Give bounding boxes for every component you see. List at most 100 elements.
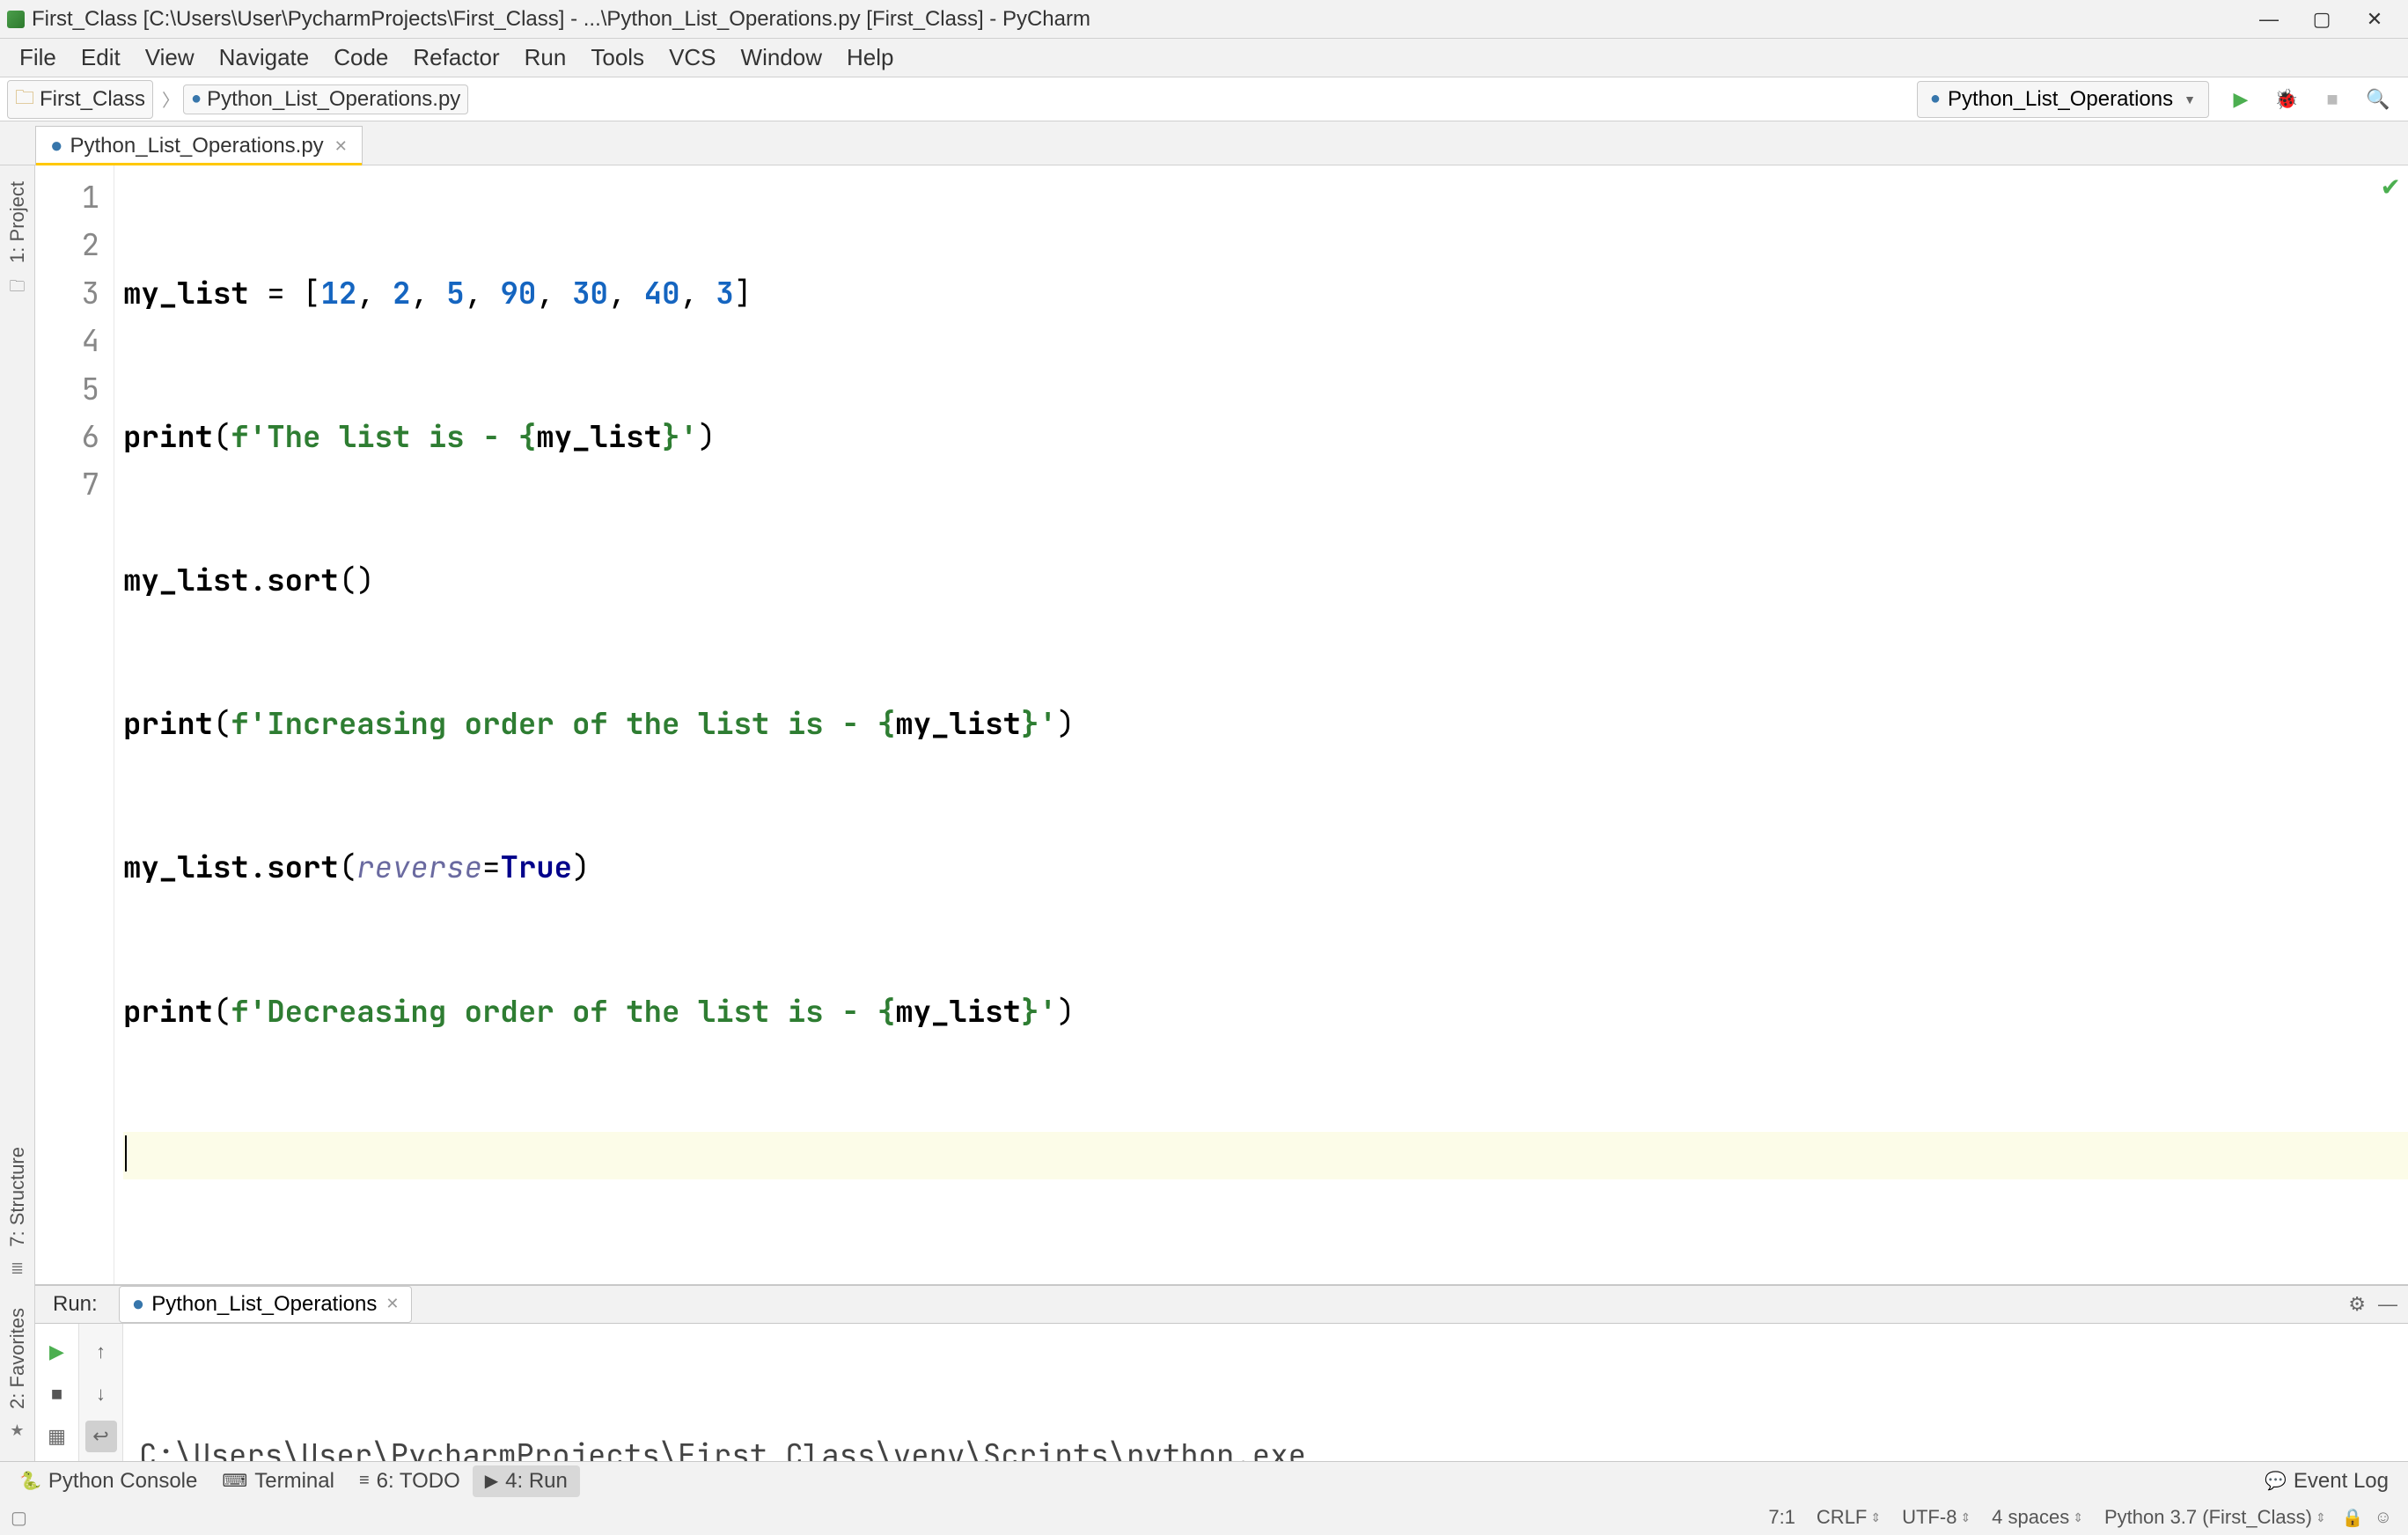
- breadcrumb-file-label: Python_List_Operations.py: [207, 87, 460, 112]
- todo-button[interactable]: ≡ 6: TODO: [347, 1465, 473, 1497]
- line-gutter: 1 2 3 4 5 6 7: [35, 165, 114, 1284]
- menu-file[interactable]: File: [7, 40, 69, 75]
- menu-run[interactable]: Run: [512, 40, 579, 75]
- nav-toolbar: 🗀 First_Class 〉 ● Python_List_Operations…: [0, 77, 2408, 121]
- run-tool-header: Run: ● Python_List_Operations ✕ ⚙ —: [35, 1285, 2408, 1324]
- run-toolwindow-button[interactable]: ▶ 4: Run: [473, 1465, 580, 1497]
- line-number: 2: [35, 222, 99, 269]
- run-config-label: Python_List_Operations: [1948, 87, 2173, 112]
- run-button[interactable]: ▶: [2223, 82, 2258, 117]
- inspection-profile-icon[interactable]: ☺: [2375, 1508, 2392, 1528]
- hide-icon[interactable]: —: [2378, 1293, 2397, 1316]
- python-file-icon: ●: [191, 89, 202, 109]
- encoding[interactable]: UTF-8⇕: [1902, 1506, 1971, 1529]
- down-stack-icon[interactable]: ↓: [85, 1378, 117, 1410]
- interpreter[interactable]: Python 3.7 (First_Class)⇕: [2104, 1506, 2326, 1529]
- menu-vcs[interactable]: VCS: [657, 40, 728, 75]
- favorites-tool-button[interactable]: 2: Favorites ★: [3, 1299, 33, 1443]
- run-config-select[interactable]: ● Python_List_Operations ▼: [1917, 81, 2209, 118]
- chevron-updown-icon: ⇕: [2073, 1510, 2083, 1525]
- chevron-updown-icon: ⇕: [1870, 1510, 1881, 1525]
- code-line-3: my_list.sort(): [123, 557, 2408, 605]
- line-number: 7: [35, 461, 99, 509]
- event-log-label: Event Log: [2294, 1469, 2389, 1494]
- output-line: C:\Users\User\PycharmProjects\First_Clas…: [139, 1432, 2392, 1461]
- project-tool-label: 1: Project: [3, 173, 33, 272]
- todo-label: 6: TODO: [377, 1469, 460, 1494]
- editor-content[interactable]: my_list = [12, 2, 5, 90, 30, 40, 3] prin…: [114, 165, 2408, 1284]
- menu-edit[interactable]: Edit: [69, 40, 133, 75]
- folder-icon: 🗀: [15, 83, 34, 116]
- favorites-tool-label: 2: Favorites: [3, 1299, 33, 1418]
- line-number: 5: [35, 366, 99, 414]
- stop-button[interactable]: ■: [2315, 82, 2350, 117]
- breadcrumb-file[interactable]: ● Python_List_Operations.py: [183, 84, 468, 114]
- maximize-button[interactable]: ▢: [2295, 0, 2348, 39]
- run-panel: ▶ ■ ▦ 📌 ↑ ↓ ↩ ⥥ 🖶 🗑 C:\Users\User\Pychar…: [35, 1324, 2408, 1461]
- main-body: 1: Project 🗀 7: Structure ≣ 2: Favorites…: [0, 165, 2408, 1461]
- breadcrumb-sep-icon: 〉: [162, 86, 180, 112]
- editor-tabs: ● Python_List_Operations.py ✕: [0, 121, 2408, 165]
- chevron-down-icon: ▼: [2184, 92, 2196, 106]
- indent[interactable]: 4 spaces⇕: [1992, 1506, 2083, 1529]
- project-tool-button[interactable]: 1: Project 🗀: [3, 173, 33, 305]
- run-icon: ▶: [485, 1470, 498, 1492]
- structure-tool-button[interactable]: 7: Structure ≣: [3, 1138, 33, 1282]
- event-log-icon: 💬: [2265, 1470, 2287, 1492]
- editor-run-split: ✔ 1 2 3 4 5 6 7 my_list = [12, 2, 5, 90,…: [35, 165, 2408, 1461]
- python-file-icon: ●: [132, 1292, 145, 1317]
- toolwindow-quick-icon[interactable]: ▢: [11, 1507, 27, 1529]
- chevron-updown-icon: ⇕: [1960, 1510, 1971, 1525]
- run-config-tab[interactable]: ● Python_List_Operations ✕: [119, 1286, 413, 1323]
- code-line-1: my_list = [12, 2, 5, 90, 30, 40, 3]: [123, 270, 2408, 318]
- chevron-updown-icon: ⇕: [2316, 1510, 2326, 1525]
- window-title: First_Class [C:\Users\User\PycharmProjec…: [32, 7, 2243, 32]
- layout-icon[interactable]: ▦: [41, 1421, 73, 1452]
- line-number: 6: [35, 414, 99, 461]
- python-icon: 🐍: [19, 1470, 41, 1492]
- star-icon: ★: [10, 1418, 24, 1443]
- text-cursor: [125, 1135, 127, 1171]
- python-console-button[interactable]: 🐍 Python Console: [7, 1465, 209, 1497]
- menu-tools[interactable]: Tools: [578, 40, 657, 75]
- breadcrumb-project-label: First_Class: [40, 87, 145, 112]
- tab-active[interactable]: ● Python_List_Operations.py ✕: [35, 126, 363, 165]
- menu-window[interactable]: Window: [729, 40, 834, 75]
- up-stack-icon[interactable]: ↑: [85, 1336, 117, 1368]
- status-bar: ▢ 7:1 CRLF⇕ UTF-8⇕ 4 spaces⇕ Python 3.7 …: [0, 1500, 2408, 1535]
- menu-refactor[interactable]: Refactor: [400, 40, 511, 75]
- code-line-6: print(f'Decreasing order of the list is …: [123, 988, 2408, 1036]
- settings-icon[interactable]: ⚙: [2348, 1293, 2366, 1316]
- close-icon[interactable]: ✕: [385, 1295, 399, 1313]
- tab-label: Python_List_Operations.py: [70, 134, 324, 158]
- stop-run-button[interactable]: ■: [41, 1378, 73, 1410]
- minimize-button[interactable]: —: [2243, 0, 2295, 39]
- event-log-button[interactable]: 💬 Event Log: [2252, 1465, 2401, 1497]
- bottom-tool-bar: 🐍 Python Console ⌨ Terminal ≡ 6: TODO ▶ …: [0, 1461, 2408, 1500]
- python-file-icon: ●: [1930, 89, 1941, 109]
- breadcrumb-project[interactable]: 🗀 First_Class: [7, 80, 153, 119]
- project-icon: 🗀: [10, 272, 26, 305]
- menu-help[interactable]: Help: [834, 40, 906, 75]
- caret-position[interactable]: 7:1: [1768, 1506, 1795, 1529]
- menubar: File Edit View Navigate Code Refactor Ru…: [0, 39, 2408, 77]
- line-separator[interactable]: CRLF⇕: [1817, 1506, 1881, 1529]
- search-button[interactable]: 🔍: [2360, 82, 2396, 117]
- rerun-button[interactable]: ▶: [41, 1336, 73, 1368]
- terminal-button[interactable]: ⌨ Terminal: [209, 1465, 347, 1497]
- code-line-4: print(f'Increasing order of the list is …: [123, 701, 2408, 748]
- terminal-icon: ⌨: [222, 1470, 247, 1492]
- lock-icon[interactable]: 🔒: [2342, 1507, 2364, 1529]
- menu-code[interactable]: Code: [321, 40, 400, 75]
- debug-button[interactable]: 🐞: [2269, 82, 2304, 117]
- console-output[interactable]: C:\Users\User\PycharmProjects\First_Clas…: [123, 1324, 2408, 1461]
- menu-view[interactable]: View: [133, 40, 207, 75]
- line-number: 4: [35, 318, 99, 365]
- close-icon[interactable]: ✕: [334, 137, 348, 156]
- editor[interactable]: ✔ 1 2 3 4 5 6 7 my_list = [12, 2, 5, 90,…: [35, 165, 2408, 1285]
- soft-wrap-icon[interactable]: ↩: [85, 1421, 117, 1452]
- menu-navigate[interactable]: Navigate: [207, 40, 322, 75]
- run-tool-col-1: ▶ ■ ▦ 📌: [35, 1324, 79, 1461]
- run-label: Run:: [46, 1289, 105, 1320]
- close-button[interactable]: ✕: [2348, 0, 2401, 39]
